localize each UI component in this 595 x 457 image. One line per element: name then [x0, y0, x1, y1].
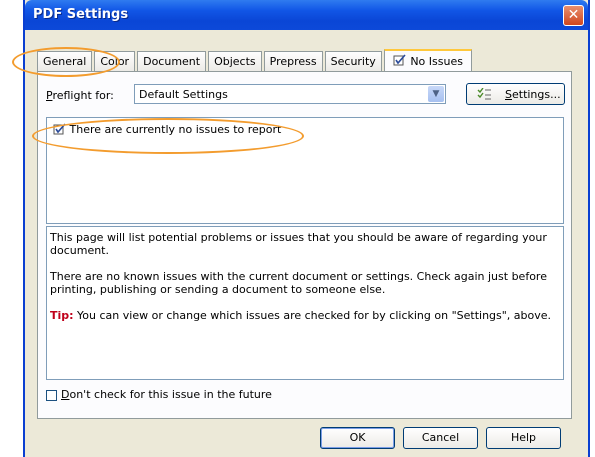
- tab-objects[interactable]: Objects: [208, 51, 262, 71]
- dont-check-option[interactable]: Don't check for this issue in the future: [46, 388, 272, 401]
- ok-button[interactable]: OK: [320, 427, 395, 449]
- preflight-selected-value: Default Settings: [139, 88, 228, 101]
- tab-document[interactable]: Document: [137, 51, 207, 71]
- help-button[interactable]: Help: [486, 427, 561, 449]
- cancel-button-label: Cancel: [421, 431, 460, 444]
- settings-button-text: ettings...: [511, 88, 561, 101]
- tab-document-label: Document: [143, 55, 201, 68]
- highlight-oval-issue: [32, 118, 304, 154]
- tip-text: You can view or change which issues are …: [73, 309, 552, 322]
- tip-label: Tip:: [50, 309, 74, 322]
- close-button[interactable]: ✕: [563, 5, 584, 26]
- tab-security[interactable]: Security: [324, 51, 382, 71]
- preflight-label-text: reflight for:: [52, 89, 114, 102]
- tab-prepress-label: Prepress: [269, 55, 317, 68]
- tab-prepress[interactable]: Prepress: [263, 51, 323, 71]
- dont-check-checkbox[interactable]: [46, 389, 57, 401]
- description-para-1: This page will list potential problems o…: [50, 231, 547, 257]
- window-title: PDF Settings: [33, 7, 129, 22]
- cancel-button[interactable]: Cancel: [403, 427, 478, 449]
- settings-mnemonic: S: [505, 88, 512, 101]
- dont-check-label: on't check for this issue in the future: [69, 388, 272, 401]
- preflight-select[interactable]: Default Settings ▼: [134, 84, 446, 104]
- tab-no-issues[interactable]: No Issues: [383, 49, 472, 73]
- settings-button[interactable]: Settings...: [466, 83, 565, 105]
- description-tip: Tip: You can view or change which issues…: [50, 309, 560, 322]
- description-box: This page will list potential problems o…: [46, 226, 564, 380]
- preflight-label: Preflight for:: [46, 89, 114, 102]
- highlight-oval-general: [12, 47, 120, 77]
- ok-button-label: OK: [349, 431, 366, 444]
- title-bar[interactable]: PDF Settings ✕: [25, 0, 588, 30]
- tab-no-issues-label: No Issues: [410, 55, 463, 68]
- help-button-label: Help: [510, 431, 537, 444]
- description-para-2: There are no known issues with the curre…: [50, 270, 547, 296]
- checklist-icon: [477, 87, 491, 104]
- check-document-icon: [393, 52, 407, 73]
- settings-button-label: Settings...: [505, 88, 561, 101]
- chevron-down-icon[interactable]: ▼: [428, 86, 444, 102]
- tab-objects-label: Objects: [214, 55, 256, 68]
- tab-security-label: Security: [330, 55, 376, 68]
- close-icon: ✕: [567, 7, 580, 23]
